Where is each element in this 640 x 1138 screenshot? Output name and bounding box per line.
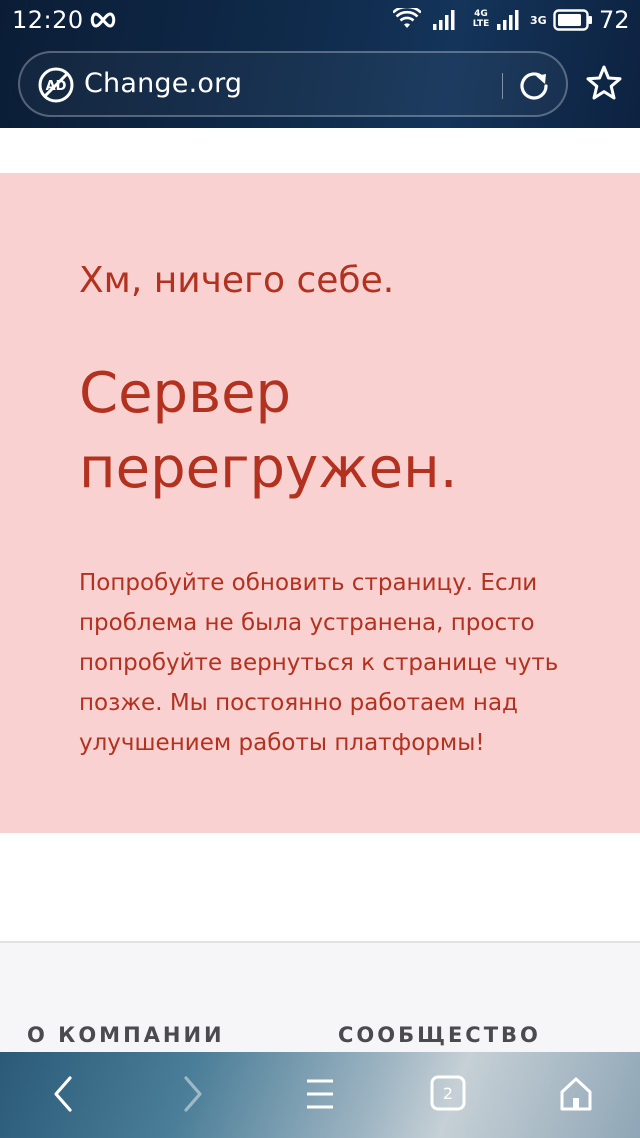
- error-title-small: Хм, ничего себе.: [79, 260, 395, 301]
- signal-icon: [433, 10, 455, 30]
- browser-bottom-nav: 2: [0, 1052, 640, 1138]
- home-icon[interactable]: [554, 1072, 598, 1116]
- status-bar: 12:20 4G LTE 3G 72: [0, 0, 640, 42]
- error-panel: Хм, ничего себе. Сервер перегружен. Попр…: [0, 173, 640, 833]
- network-4g-label: 4G: [474, 9, 488, 19]
- footer: О КОМПАНИИ СООБЩЕСТВО: [0, 941, 640, 1061]
- status-time: 12:20: [12, 6, 84, 34]
- network-lte-label: LTE: [472, 19, 490, 29]
- tabs-button[interactable]: 2: [426, 1072, 470, 1116]
- infinity-icon: [90, 12, 116, 28]
- forward-icon[interactable]: [170, 1072, 214, 1116]
- error-title-big: Сервер перегружен.: [79, 361, 458, 501]
- tabs-count: 2: [442, 1084, 454, 1103]
- address-divider: [502, 73, 503, 99]
- adblock-icon[interactable]: AD: [38, 67, 74, 103]
- footer-heading-community[interactable]: СООБЩЕСТВО: [338, 1023, 541, 1047]
- back-icon[interactable]: [42, 1072, 86, 1116]
- network-type-3g: 3G: [530, 14, 547, 27]
- reload-icon[interactable]: [516, 68, 552, 104]
- network-type-4g: 4G LTE: [471, 9, 491, 29]
- browser-header: 12:20 4G LTE 3G 72 Change.org: [0, 0, 640, 128]
- battery-level: 72: [599, 6, 630, 34]
- menu-icon[interactable]: [298, 1072, 342, 1116]
- url-text[interactable]: Change.org: [84, 68, 242, 99]
- address-bar[interactable]: AD Change.org: [18, 51, 568, 117]
- signal-icon-secondary: [497, 10, 519, 30]
- wifi-icon: [393, 8, 421, 28]
- error-message: Попробуйте обновить страницу. Если пробл…: [79, 570, 559, 756]
- footer-heading-company[interactable]: О КОМПАНИИ: [27, 1023, 225, 1047]
- star-icon[interactable]: [585, 64, 623, 102]
- battery-icon: [553, 9, 592, 31]
